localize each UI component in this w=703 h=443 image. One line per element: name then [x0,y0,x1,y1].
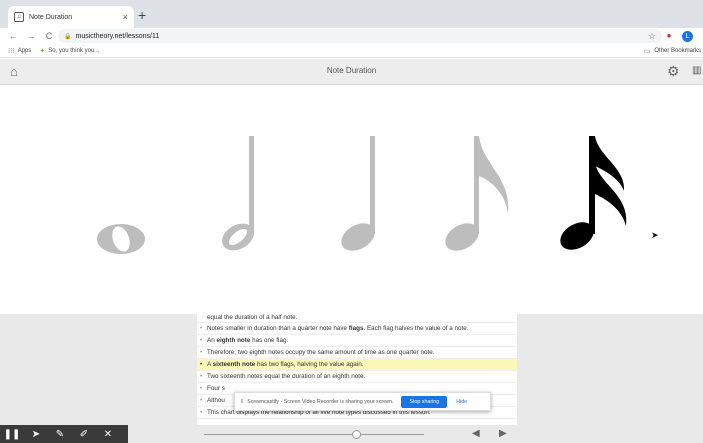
quarter-note [341,136,375,251]
lesson-text: has two flags, halving the value again. [255,361,364,368]
bookmark-so-you-think[interactable]: ✦ So, you think you... [39,47,99,55]
lesson-text: Four s [207,385,225,392]
profile-avatar[interactable]: L [682,31,693,42]
other-bookmarks-label: Other Bookmarks [654,48,701,54]
page-title: Note Duration [326,66,377,75]
eighth-note [445,136,509,251]
bullet-icon: • [200,409,203,416]
lesson-line: • An eighth note has one flag. [197,335,517,347]
bookmark-label: So, you think you... [48,47,100,54]
forward-button[interactable]: → [26,31,36,41]
notes-display [97,136,627,254]
lesson-line: • Two sixteenth notes equal the duration … [197,371,517,383]
bullet-icon: • [200,325,203,332]
lesson-text: Therefore, two eighth notes occupy the s… [207,349,435,356]
screencastify-share-bar: ‖ Screencastify - Screen Video Recorder … [234,392,491,411]
address-bar[interactable]: 🔒 musictheory.net/lessons/11 ☆ [58,29,662,43]
browser-toolbar: ← → C 🔒 musictheory.net/lessons/11 ☆ [0,28,703,44]
lesson-text: has one flag. [250,337,289,344]
musictheory-favicon-icon: ♫ [14,12,24,22]
share-message: Screencastify - Screen Video Recorder is… [247,398,394,405]
mouse-cursor-icon: ➤ [651,230,659,240]
bullet-icon: • [200,361,203,368]
bullet-icon: • [200,337,203,344]
highlighter-icon[interactable]: ✐ [72,429,96,440]
lesson-term: flags [348,325,364,332]
lesson-text: Two sixteenth notes equal the duration o… [207,373,366,380]
close-icon[interactable]: ✕ [96,429,120,440]
lesson-line: • Notes smaller in duration than a quarte… [197,323,517,335]
lesson-player: ◀ ▶ [128,425,703,443]
stop-sharing-button[interactable]: Stop sharing [401,395,448,408]
progress-track[interactable] [204,434,424,435]
app-header: ⌂ Note Duration ⚙ ▥ [0,59,703,85]
url-text: musictheory.net/lessons/11 [75,32,160,40]
progress-knob[interactable] [351,430,361,439]
lesson-text: Althou [207,397,225,404]
tab-close-icon[interactable]: × [123,12,128,22]
pen-icon[interactable]: ✎ [48,429,72,440]
new-tab-button[interactable]: + [138,7,146,23]
other-bookmarks[interactable]: ▭ Other Bookmarks [644,47,701,55]
hide-button[interactable]: Hide [456,399,467,405]
lesson-line-partial: equal the duration of a half note. [197,314,517,323]
lesson-term: eighth note [216,337,251,344]
lesson-text: A [207,361,213,368]
next-button[interactable]: ▶ [499,428,507,439]
lesson-text: Notes smaller in duration than a quarter… [207,325,349,332]
library-icon[interactable]: ▥ [692,65,701,76]
folder-icon: ▭ [643,48,651,55]
lesson-line: • Therefore, two eighth notes occupy the … [197,347,517,359]
previous-button[interactable]: ◀ [472,428,480,439]
sixteenth-note [560,136,627,250]
tab-note-duration[interactable]: ♫ Note Duration × [8,6,134,28]
lesson-stage: ➤ [0,86,703,314]
bookmark-label: Apps [17,47,32,54]
back-button[interactable]: ← [8,31,18,41]
lesson-text: . Each flag halves the value of a note. [363,325,469,332]
reload-button[interactable]: C [44,31,54,41]
lesson-line-text: equal the duration of a half note. [207,314,298,321]
pause-icon[interactable]: ‖ [241,399,243,405]
gear-icon[interactable]: ⚙ [667,63,680,80]
browser-tabstrip: ♫ Note Duration × + [0,0,703,28]
drawing-toolbar: ❚❚ ➤ ✎ ✐ ✕ [0,425,128,443]
pointer-icon[interactable]: ➤ [24,429,48,440]
bullet-icon: • [200,385,203,392]
lesson-term: sixteenth note [212,361,256,368]
bookmark-apps[interactable]: ⁝⁝⁝ Apps [8,47,31,55]
bookmark-star-icon[interactable]: ☆ [648,31,656,42]
whole-note [97,224,145,254]
bookmarks-bar: ⁝⁝⁝ Apps ✦ So, you think you... ▭ Other … [0,44,703,58]
pause-icon[interactable]: ❚❚ [0,429,24,440]
bookmark-favicon-icon: ✦ [39,47,46,55]
bullet-icon: • [200,373,203,380]
apps-grid-icon: ⁝⁝⁝ [8,47,15,55]
lock-icon: 🔒 [64,33,72,40]
lesson-line: • A sixteenth note has two flags, halving… [197,359,517,371]
bullet-icon: • [200,397,203,404]
lesson-text-area: equal the duration of a half note. • Note… [0,314,703,443]
half-note [222,136,254,251]
tab-title: Note Duration [29,13,73,21]
bullet-icon: • [200,349,203,356]
extension-icon[interactable]: ● [664,31,674,41]
